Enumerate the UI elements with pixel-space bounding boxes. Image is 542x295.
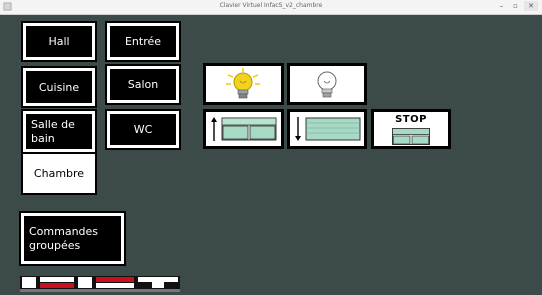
stop-button[interactable]: STOP <box>371 109 451 149</box>
room-label: Entrée <box>124 35 162 48</box>
minimize-button[interactable]: – <box>496 1 507 11</box>
title-bar: Clavier Virtuel InfacS_v2_chambre – ▫ ✕ <box>0 0 542 15</box>
stop-label: STOP <box>395 114 427 125</box>
light-off-button[interactable] <box>287 63 367 105</box>
room-button-chambre[interactable]: Chambre <box>21 152 97 195</box>
room-label: Salon <box>127 78 159 91</box>
room-label: Chambre <box>33 167 85 180</box>
room-label: Salle de bain <box>31 117 75 145</box>
shutter-up-button[interactable] <box>203 109 284 149</box>
room-button-hall[interactable]: Hall <box>21 21 97 62</box>
room-button-salle-de-bain[interactable]: Salle de bain <box>21 109 97 154</box>
lightbulb-off-icon <box>317 71 337 98</box>
room-label: Cuisine <box>38 80 80 94</box>
shutter-up-icon <box>211 117 277 141</box>
maximize-button[interactable]: ▫ <box>510 1 521 11</box>
close-button[interactable]: ✕ <box>524 1 538 11</box>
lightbulb-on-icon <box>226 68 260 99</box>
shutter-half-icon <box>392 128 430 145</box>
shutter-down-button[interactable] <box>287 109 367 149</box>
room-label: Hall <box>48 35 70 48</box>
grouped-commands-label: Commandes groupées <box>29 224 99 252</box>
irit-logo <box>18 273 182 295</box>
room-button-cuisine[interactable]: Cuisine <box>21 66 97 108</box>
shutter-down-icon <box>295 117 361 141</box>
room-button-wc[interactable]: WC <box>105 109 181 150</box>
room-button-salon[interactable]: Salon <box>105 64 181 105</box>
room-button-entree[interactable]: Entrée <box>105 21 181 62</box>
room-label: WC <box>133 123 153 136</box>
window-title: Clavier Virtuel InfacS_v2_chambre <box>219 2 323 9</box>
grouped-commands-button[interactable]: Commandes groupées <box>19 211 126 266</box>
virtual-keyboard: Hall Entrée Cuisine Salon Salle de bain W… <box>0 15 542 295</box>
light-on-button[interactable] <box>203 63 284 105</box>
